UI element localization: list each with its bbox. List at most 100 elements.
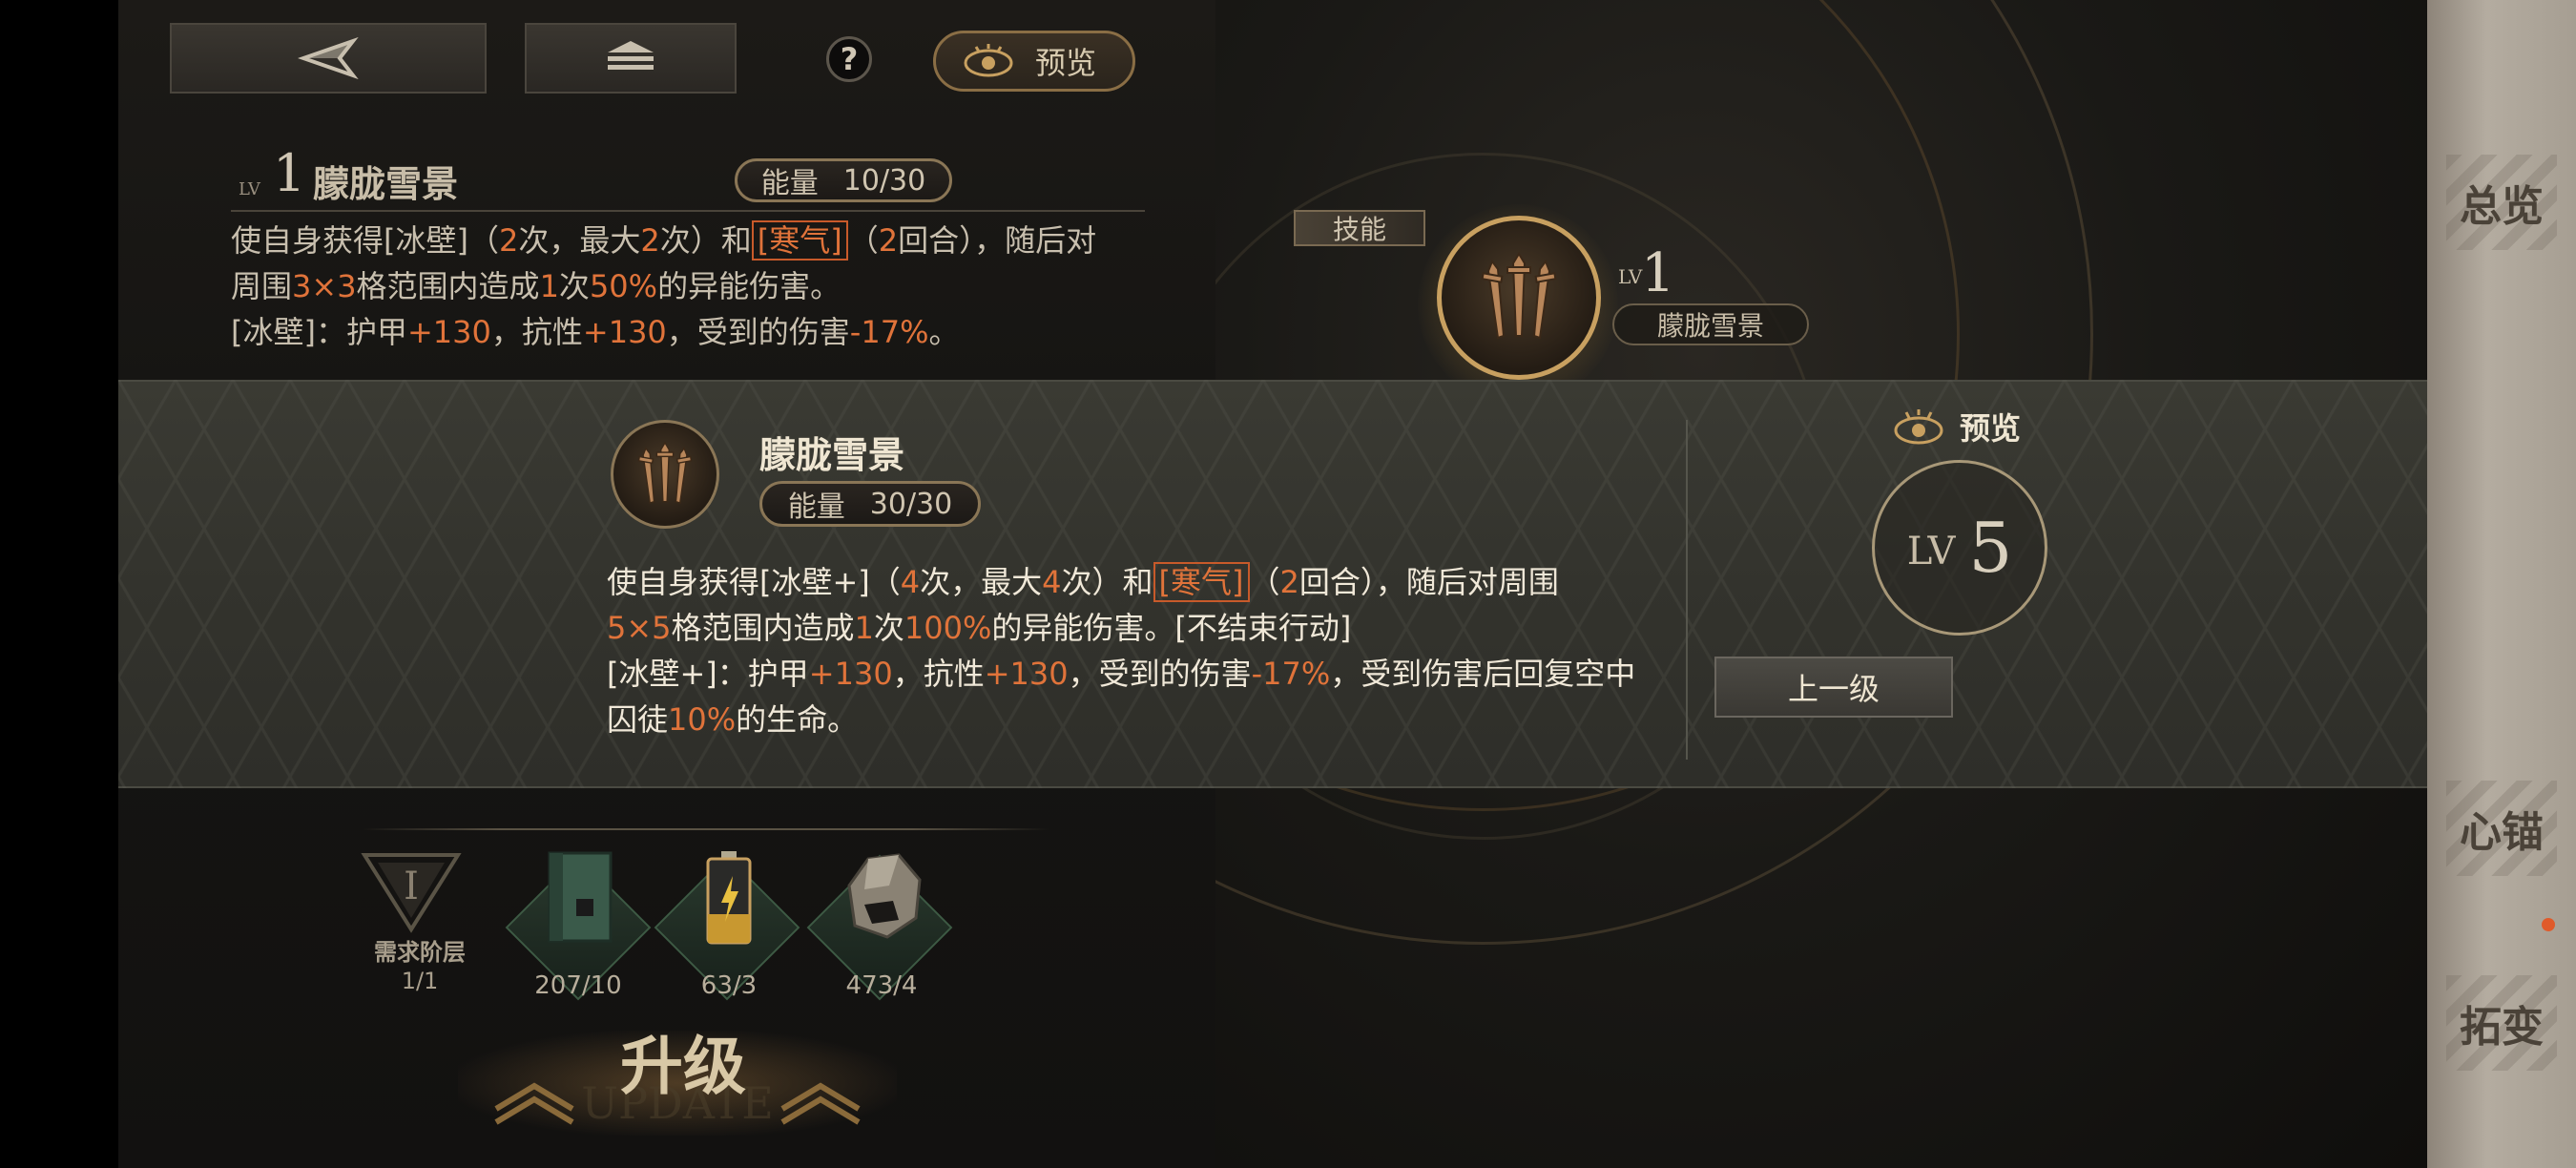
desc-text: ，受到的伤害 xyxy=(1068,656,1252,692)
preview-level-prefix: LV xyxy=(1906,530,1956,574)
desc-value: 2 xyxy=(878,222,899,259)
desc-text: 格范围内造成 xyxy=(671,610,855,646)
desc-text: 次）和 xyxy=(659,222,752,259)
back-button[interactable] xyxy=(170,23,487,94)
desc-value: 100% xyxy=(904,610,992,646)
node-name-pill: 朦胧雪景 xyxy=(1612,303,1809,345)
energy-pill: 能量 10/30 xyxy=(735,158,952,202)
back-arrow-icon xyxy=(298,37,359,79)
skill-node[interactable] xyxy=(1437,216,1601,380)
desc-text: 回合），随后对周围 xyxy=(1298,564,1559,600)
preview-button-popup[interactable]: 预览 xyxy=(1893,405,2021,448)
energy-value: 10/30 xyxy=(842,163,926,198)
desc-text: 使自身获得[冰壁+]（ xyxy=(607,564,901,600)
energy-label: 能量 xyxy=(787,490,845,524)
desc-text: 囚徒 xyxy=(607,701,669,738)
desc-value: +130 xyxy=(406,314,491,350)
desc-text: 次，最大 xyxy=(920,564,1043,600)
desc-value: 2 xyxy=(1279,564,1299,600)
node-level-number: 1 xyxy=(1641,242,1675,304)
skill-tab-label: 技能 xyxy=(1332,214,1386,245)
skill-desc-line-3: [冰壁]：护甲+130，抗性+130，受到的伤害-17%。 xyxy=(231,309,959,355)
desc-text: 次，最大 xyxy=(518,222,641,259)
help-button[interactable]: ? xyxy=(826,36,872,82)
energy-value: 30/30 xyxy=(869,487,953,521)
cost-item-2-count: 63/3 xyxy=(700,971,758,1000)
desc-value: 50% xyxy=(589,268,658,304)
cost-item-1-count: 207/10 xyxy=(534,971,622,1000)
popup-energy-pill: 能量 30/30 xyxy=(759,481,981,527)
popup-desc-line-4: 囚徒10%的生命。 xyxy=(607,697,858,742)
skill-name: 朦胧雪景 xyxy=(313,162,459,205)
preview-button-top[interactable]: 预览 xyxy=(933,31,1135,92)
preview-level-circle: LV 5 xyxy=(1872,460,2047,636)
energy-label: 能量 xyxy=(760,167,819,200)
stack-home-icon xyxy=(608,41,654,70)
desc-value: 10% xyxy=(668,701,737,738)
popup-desc-line-2: 5×5格范围内造成1次100%的异能伤害。[不结束行动] xyxy=(607,605,1351,651)
desc-text: [冰壁+]：护甲 xyxy=(607,656,809,692)
home-button[interactable] xyxy=(525,23,737,94)
desc-text: ，受到的伤害 xyxy=(666,314,850,350)
preview-level-number: 5 xyxy=(1968,508,2013,588)
skill-desc-line-1: 使自身获得[冰壁]（2次，最大2次）和 [寒气] （2回合），随后对 xyxy=(231,218,1096,263)
desc-value: 2 xyxy=(640,222,660,259)
triple-sword-icon xyxy=(1481,252,1557,340)
node-level-prefix: LV xyxy=(1618,265,1643,288)
tab-transform[interactable]: 拓变 xyxy=(2427,966,2576,1080)
popup-divider xyxy=(1686,420,1688,760)
desc-text: 次）和 xyxy=(1061,564,1153,600)
desc-text: 次 xyxy=(873,610,904,646)
desc-text: 次 xyxy=(558,268,590,304)
desc-value: -17% xyxy=(1251,656,1331,692)
desc-text: 的生命。 xyxy=(736,701,859,738)
previous-level-button[interactable]: 上一级 xyxy=(1714,657,1953,718)
desc-text: [冰壁]：护甲 xyxy=(231,314,407,350)
eye-icon xyxy=(1894,409,1943,445)
status-keyword-link[interactable]: [寒气] xyxy=(1153,562,1250,602)
desc-value: 4 xyxy=(1042,564,1062,600)
tier-badge-icon: I xyxy=(361,853,462,933)
tab-overview-label: 总览 xyxy=(2460,182,2544,231)
skill-level-number: 1 xyxy=(273,143,306,203)
cost-divider xyxy=(363,828,1049,830)
desc-text: 周围 xyxy=(231,268,293,304)
level-prefix: LV xyxy=(239,179,260,199)
popup-desc-line-3: [冰壁+]：护甲+130，抗性+130，受到的伤害-17%，受到伤害后回复空中 xyxy=(607,651,1635,697)
tier-requirement-label: 需求阶层 xyxy=(374,939,466,966)
book-icon[interactable] xyxy=(540,847,620,947)
desc-value: 1 xyxy=(539,268,559,304)
desc-value: 2 xyxy=(498,222,519,259)
desc-text: （ xyxy=(847,222,879,259)
tab-heart-anchor[interactable]: 心锚 xyxy=(2427,771,2576,886)
desc-text: ，抗性 xyxy=(490,314,583,350)
desc-text: 回合），随后对 xyxy=(898,222,1097,259)
left-black-strip xyxy=(0,0,118,1168)
desc-value: -17% xyxy=(849,314,929,350)
status-keyword-link[interactable]: [寒气] xyxy=(751,220,848,261)
desc-text: 使自身获得[冰壁]（ xyxy=(231,222,499,259)
ore-rock-icon[interactable] xyxy=(836,847,927,943)
desc-value: 1 xyxy=(854,610,874,646)
desc-value: 4 xyxy=(900,564,921,600)
upgrade-button[interactable]: 升级 xyxy=(559,1015,807,1107)
desc-value: +130 xyxy=(808,656,893,692)
desc-text: ，抗性 xyxy=(892,656,985,692)
desc-text: 的异能伤害。 xyxy=(657,268,841,304)
battery-icon[interactable] xyxy=(700,847,758,950)
tier-requirement-count: 1/1 xyxy=(401,968,439,994)
popup-desc-line-1: 使自身获得[冰壁+]（4次，最大4次）和 [寒气] （2回合），随后对周围 xyxy=(607,559,1559,605)
tab-transform-label: 拓变 xyxy=(2460,1003,2544,1052)
help-icon: ? xyxy=(840,41,859,77)
skill-category-tab[interactable]: 技能 xyxy=(1294,210,1425,246)
divider xyxy=(231,210,1145,212)
skill-desc-line-2: 周围3×3格范围内造成1次50%的异能伤害。 xyxy=(231,263,841,309)
triple-sword-icon xyxy=(637,441,693,505)
tab-overview[interactable]: 总览 xyxy=(2427,145,2576,260)
tier-numeral: I xyxy=(404,865,419,908)
desc-text: 。 xyxy=(928,314,960,350)
desc-value: 5×5 xyxy=(607,610,672,646)
eye-icon xyxy=(964,44,1013,77)
desc-text: （ xyxy=(1249,564,1280,600)
popup-skill-name: 朦胧雪景 xyxy=(759,433,905,476)
